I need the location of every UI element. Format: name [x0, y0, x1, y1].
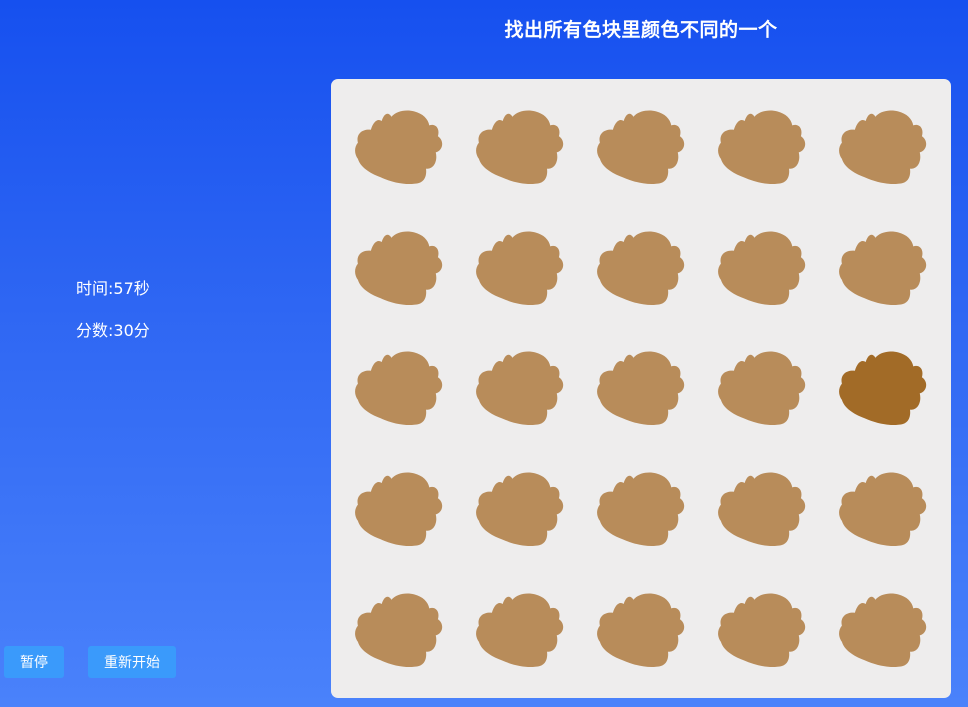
blob-icon: [355, 231, 443, 305]
blob-icon: [717, 472, 805, 547]
color-tile[interactable]: [339, 328, 460, 449]
blob-icon: [597, 593, 685, 667]
color-tile[interactable]: [822, 87, 943, 208]
status-panel: 时间: 57 秒 分数: 30 分: [76, 279, 150, 363]
blob-icon: [355, 472, 443, 547]
blob-icon: [717, 351, 805, 426]
time-value: 57: [113, 279, 134, 298]
score-label: 分数:: [76, 321, 114, 340]
blob-icon: [838, 472, 926, 547]
color-tile[interactable]: [581, 569, 702, 690]
color-tile[interactable]: [339, 449, 460, 570]
color-tile[interactable]: [339, 569, 460, 690]
blob-icon: [476, 351, 564, 426]
restart-button[interactable]: 重新开始: [88, 646, 176, 678]
blob-icon: [476, 593, 564, 667]
color-tile[interactable]: [701, 449, 822, 570]
color-tile[interactable]: [701, 328, 822, 449]
color-tile[interactable]: [339, 208, 460, 329]
score-display: 分数: 30 分: [76, 321, 150, 341]
game-title: 找出所有色块里颜色不同的一个: [504, 19, 778, 41]
color-tile[interactable]: [701, 208, 822, 329]
color-tile[interactable]: [460, 208, 581, 329]
blob-icon: [838, 593, 926, 667]
score-unit: 分: [133, 321, 150, 340]
blob-icon: [717, 593, 805, 667]
color-tile[interactable]: [581, 87, 702, 208]
color-tile[interactable]: [822, 449, 943, 570]
game-board: [331, 79, 951, 698]
color-tile[interactable]: [460, 87, 581, 208]
time-unit: 秒: [133, 279, 150, 298]
blob-icon: [476, 472, 564, 547]
time-display: 时间: 57 秒: [76, 279, 150, 299]
blob-icon: [476, 231, 564, 305]
tile-grid: [339, 87, 943, 690]
blob-icon: [838, 351, 926, 426]
blob-icon: [597, 231, 685, 305]
blob-icon: [355, 593, 443, 667]
score-value: 30: [113, 321, 134, 340]
blob-icon: [838, 231, 926, 305]
color-tile[interactable]: [460, 569, 581, 690]
odd-color-tile[interactable]: [822, 328, 943, 449]
color-tile[interactable]: [581, 449, 702, 570]
color-tile[interactable]: [581, 328, 702, 449]
color-tile[interactable]: [460, 328, 581, 449]
color-tile[interactable]: [581, 208, 702, 329]
blob-icon: [597, 472, 685, 547]
color-tile[interactable]: [822, 208, 943, 329]
blob-icon: [717, 110, 805, 185]
blob-icon: [717, 231, 805, 305]
blob-icon: [597, 351, 685, 426]
time-label: 时间:: [76, 279, 114, 298]
blob-icon: [838, 110, 926, 185]
color-tile[interactable]: [822, 569, 943, 690]
color-tile[interactable]: [460, 449, 581, 570]
color-tile[interactable]: [701, 87, 822, 208]
color-tile[interactable]: [339, 87, 460, 208]
blob-icon: [355, 110, 443, 185]
blob-icon: [597, 110, 685, 185]
color-tile[interactable]: [701, 569, 822, 690]
pause-button[interactable]: 暂停: [4, 646, 64, 678]
blob-icon: [355, 351, 443, 426]
blob-icon: [476, 110, 564, 185]
